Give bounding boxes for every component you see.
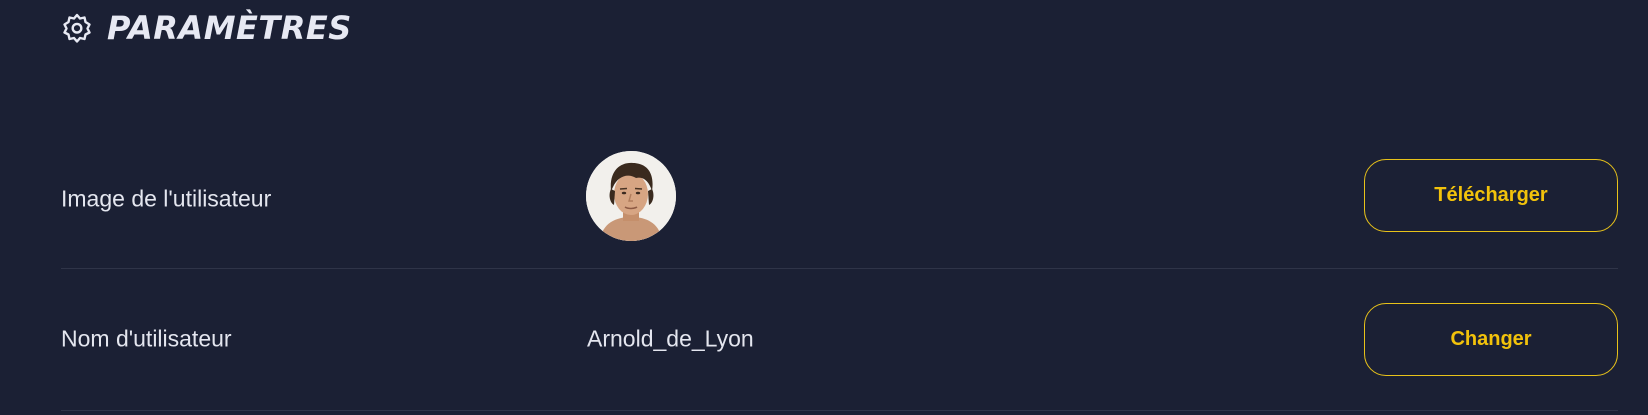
page-title: PARAMÈTRES	[107, 9, 352, 47]
avatar	[586, 151, 676, 241]
settings-page: PARAMÈTRES Image de l'utilisateur Téléch…	[0, 0, 1648, 415]
username-value: Arnold_de_Lyon	[587, 325, 754, 352]
username-label: Nom d'utilisateur	[61, 325, 232, 352]
user-image-label: Image de l'utilisateur	[61, 185, 272, 212]
setting-row-user-image: Image de l'utilisateur Télécharger	[61, 130, 1618, 269]
upload-button[interactable]: Télécharger	[1364, 159, 1618, 232]
change-username-button[interactable]: Changer	[1364, 303, 1618, 376]
setting-row-username: Nom d'utilisateur Arnold_de_Lyon Changer	[61, 268, 1618, 411]
page-header: PARAMÈTRES	[61, 6, 352, 50]
gear-icon	[61, 12, 93, 44]
